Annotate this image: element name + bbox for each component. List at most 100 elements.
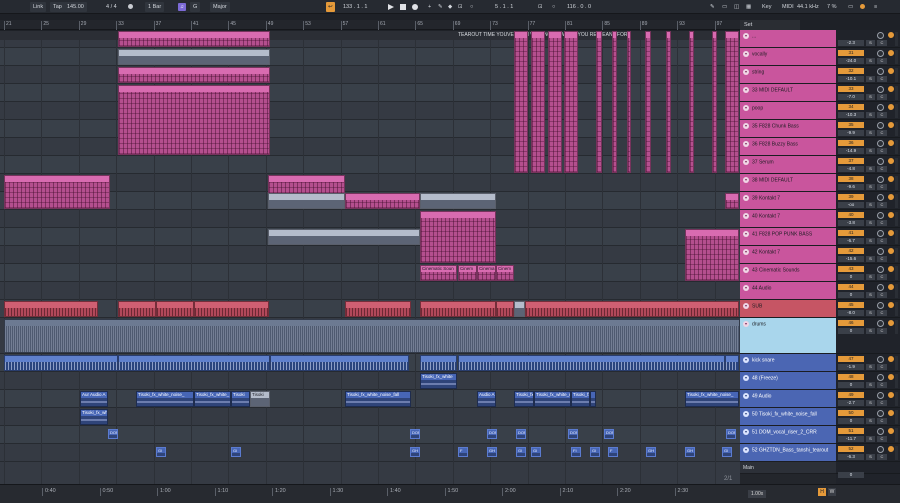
pan-knob-icon[interactable] — [877, 374, 884, 381]
track-activator-button[interactable]: 34 — [838, 104, 864, 110]
arm-icon[interactable] — [888, 320, 894, 326]
volume-field[interactable]: 0 — [838, 418, 864, 424]
cue-button[interactable]: C — [877, 436, 887, 442]
mini-clip[interactable]: DOM — [604, 429, 614, 439]
mini-clip[interactable]: DOM — [487, 429, 497, 439]
solo-button[interactable]: S — [866, 148, 875, 154]
stop-icon[interactable] — [400, 2, 406, 12]
mini-clip[interactable]: GI — [722, 447, 732, 457]
arm-icon[interactable] — [888, 428, 894, 434]
solo-button[interactable]: S — [866, 256, 875, 262]
pan-knob-icon[interactable] — [877, 140, 884, 147]
punch-out-icon[interactable]: ⊡ — [538, 2, 543, 12]
track-header[interactable]: vocally — [740, 48, 836, 66]
clip[interactable] — [612, 31, 617, 173]
pan-knob-icon[interactable] — [877, 230, 884, 237]
track-header[interactable]: 36 F828 Buzzy Bass — [740, 138, 836, 156]
track-header[interactable]: 42 Kontakt 7 — [740, 246, 836, 264]
clip[interactable] — [420, 193, 496, 209]
arm-icon[interactable] — [888, 410, 894, 416]
track-activator-button[interactable]: 37 — [838, 158, 864, 164]
pan-knob-icon[interactable] — [877, 194, 884, 201]
track-header[interactable]: drums — [740, 318, 836, 354]
track-activator-button[interactable]: 51 — [838, 428, 864, 434]
solo-button[interactable]: S — [866, 76, 875, 82]
mini-clip[interactable]: GH — [410, 447, 420, 457]
track-fold-icon[interactable] — [743, 159, 749, 165]
arm-icon[interactable] — [888, 176, 894, 182]
clip[interactable] — [514, 301, 525, 317]
pan-knob-icon[interactable] — [877, 104, 884, 111]
track-header[interactable]: 44 Audio — [740, 282, 836, 300]
mini-clip[interactable]: GI — [531, 447, 541, 457]
link-button[interactable]: Link — [30, 2, 47, 12]
cue-button[interactable]: C — [877, 310, 887, 316]
volume-field[interactable]: -6.3 — [838, 454, 864, 460]
cue-button[interactable]: C — [877, 292, 887, 298]
volume-field[interactable]: -7.0 — [838, 94, 864, 100]
clip[interactable] — [270, 355, 409, 371]
track-header[interactable]: 35 F828 Chunk Bass — [740, 120, 836, 138]
clip[interactable] — [4, 319, 740, 353]
play-icon[interactable] — [388, 2, 394, 12]
set-label[interactable]: Set — [740, 20, 800, 30]
zoom-level[interactable]: 1.00x — [748, 490, 767, 498]
track-fold-icon[interactable] — [743, 105, 749, 111]
track-header[interactable]: 51 DOM_vocal_riser_2_CRR — [740, 426, 836, 444]
hw-w-toggle[interactable]: W — [828, 488, 836, 496]
solo-button[interactable]: S — [866, 310, 875, 316]
arm-icon[interactable] — [888, 158, 894, 164]
mini-clip[interactable]: GH — [646, 447, 656, 457]
clip[interactable] — [420, 301, 496, 317]
arrangement-lane[interactable] — [0, 174, 740, 192]
track-activator-button[interactable]: 45 — [838, 302, 864, 308]
clip[interactable] — [420, 355, 457, 371]
arm-icon[interactable] — [888, 68, 894, 74]
computer-keyboard-icon[interactable]: ▦ — [746, 2, 751, 12]
volume-field[interactable]: -24.0 — [838, 58, 864, 64]
track-fold-icon[interactable] — [743, 411, 749, 417]
track-activator-button[interactable]: 42 — [838, 248, 864, 254]
clip[interactable]: Tisoki_fx_white — [420, 373, 457, 389]
cue-button[interactable]: C — [877, 454, 887, 460]
track-fold-icon[interactable] — [743, 51, 749, 57]
loop-length-field[interactable]: 116 . 0 . 0 — [567, 2, 591, 12]
clip[interactable]: Tisoki_fx_white_noise_ — [136, 391, 194, 407]
cue-button[interactable]: C — [877, 328, 887, 334]
track-header[interactable]: 48 (Freeze) — [740, 372, 836, 390]
track-header[interactable]: 43 Cinematic Sounds — [740, 264, 836, 282]
track-header[interactable]: 33 MIDI DEFAULT — [740, 84, 836, 102]
solo-button[interactable]: S — [866, 382, 875, 388]
pan-knob-icon[interactable] — [877, 86, 884, 93]
solo-button[interactable]: S — [866, 418, 875, 424]
cue-button[interactable]: C — [877, 418, 887, 424]
clip[interactable] — [118, 67, 270, 83]
clip[interactable] — [725, 355, 739, 371]
clip[interactable]: Cinematic Soun — [420, 265, 457, 281]
track-fold-icon[interactable] — [743, 285, 749, 291]
track-fold-icon[interactable] — [743, 393, 749, 399]
mini-clip[interactable]: GH — [685, 447, 695, 457]
cue-button[interactable]: C — [877, 130, 887, 136]
solo-button[interactable]: S — [866, 292, 875, 298]
clip[interactable] — [4, 175, 110, 209]
pan-knob-icon[interactable] — [877, 320, 884, 327]
cue-button[interactable]: C — [877, 220, 887, 226]
solo-button[interactable]: S — [866, 274, 875, 280]
clip[interactable] — [420, 211, 496, 263]
pan-knob-icon[interactable] — [877, 410, 884, 417]
mini-clip[interactable]: GI — [590, 447, 600, 457]
clip[interactable] — [564, 31, 578, 173]
mini-clip[interactable]: DOM — [410, 429, 420, 439]
track-header[interactable]: SUB — [740, 300, 836, 318]
clip[interactable] — [4, 301, 98, 317]
arm-icon[interactable] — [888, 32, 894, 38]
tempo-field[interactable]: 145.00 — [64, 2, 87, 12]
track-header[interactable]: poop — [740, 102, 836, 120]
track-header[interactable]: 50 Tisoki_fx_white_noise_fall — [740, 408, 836, 426]
quantize-menu[interactable]: 1 Bar — [145, 2, 165, 12]
mini-clip[interactable]: GH — [487, 447, 497, 457]
midi-map-button[interactable]: MIDI — [782, 2, 794, 12]
track-activator-button[interactable]: 47 — [838, 356, 864, 362]
clip[interactable]: Tisoki_fx_white_ — [194, 391, 231, 407]
